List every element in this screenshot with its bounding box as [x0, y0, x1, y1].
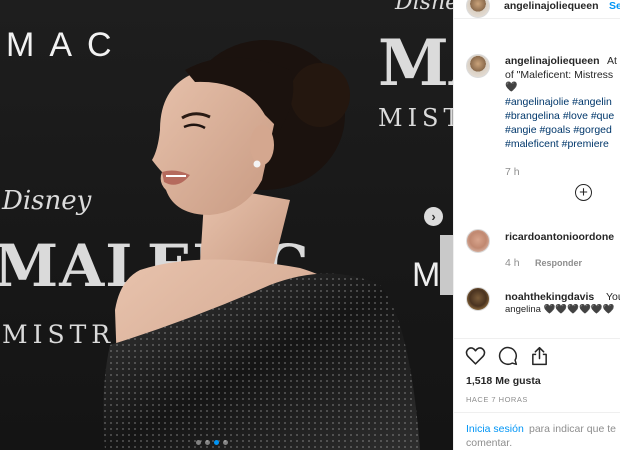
hashtag-link[interactable]: #maleficent — [505, 138, 559, 150]
hashtag-link[interactable]: #angelinajolie — [505, 96, 569, 108]
hashtag-link[interactable]: #love — [563, 110, 588, 122]
heart-emoji: 🖤 — [505, 82, 518, 93]
comment-text: You — [606, 291, 620, 303]
next-image-button[interactable]: › — [424, 207, 443, 226]
comment-timestamp[interactable]: 4 h — [505, 257, 520, 269]
share-icon[interactable] — [530, 346, 549, 366]
hashtag-link[interactable]: #goals — [539, 124, 570, 136]
login-prompt-text: para indicar que te — [529, 423, 616, 435]
heart-icon[interactable] — [465, 346, 486, 366]
comment-text-line2: angelina 🖤🖤🖤🖤🖤🖤 — [505, 304, 615, 315]
post-author-username[interactable]: angelinajoliequeen — [504, 0, 599, 12]
comment-icon[interactable] — [498, 346, 518, 366]
hashtag-link[interactable]: #premiere — [562, 138, 609, 150]
actions-divider — [454, 338, 620, 339]
carousel-dot — [223, 440, 228, 445]
hashtag-list: #angelinajolie #angelin #brangelina #lov… — [505, 95, 620, 151]
hashtag-link[interactable]: #angie — [505, 124, 537, 136]
hashtag-link[interactable]: #que — [591, 110, 614, 122]
woman-portrait — [103, 40, 420, 450]
hashtag-link[interactable]: #gorged — [573, 124, 612, 136]
carousel-indicator — [196, 440, 228, 445]
carousel-dot — [214, 440, 219, 445]
login-prompt-text-line2: comentar. — [466, 437, 513, 449]
load-more-comments-button[interactable]: + — [575, 184, 592, 201]
follow-button[interactable]: Se — [609, 0, 620, 12]
caption-text: At — [607, 55, 617, 67]
avatar[interactable] — [466, 287, 490, 311]
post-timestamp[interactable]: HACE 7 HORAS — [466, 395, 528, 404]
carousel-dot — [196, 440, 201, 445]
comment-username[interactable]: ricardoantonioordone — [505, 231, 614, 243]
carousel-dot — [205, 440, 210, 445]
caption-username[interactable]: angelinajoliequeen — [505, 55, 600, 67]
hashtag-link[interactable]: #brangelina — [505, 110, 560, 122]
login-link[interactable]: Inicia sesión — [466, 423, 524, 435]
caption-timestamp[interactable]: 7 h — [505, 166, 520, 178]
header-divider — [454, 18, 620, 19]
post-photo[interactable]: MAC Disney MALEFIC MISTRESS Disney MA MI… — [0, 0, 453, 450]
like-count[interactable]: 1,518 Me gusta — [466, 375, 541, 387]
avatar[interactable] — [466, 229, 490, 253]
login-divider — [454, 412, 620, 413]
reply-button[interactable]: Responder — [535, 258, 582, 268]
avatar[interactable] — [466, 54, 490, 78]
caption-text-line2: of "Maleficent: Mistress — [505, 69, 614, 81]
hashtag-link[interactable]: #angelin — [572, 96, 612, 108]
comment-username[interactable]: noahthekingdavis — [505, 291, 594, 303]
